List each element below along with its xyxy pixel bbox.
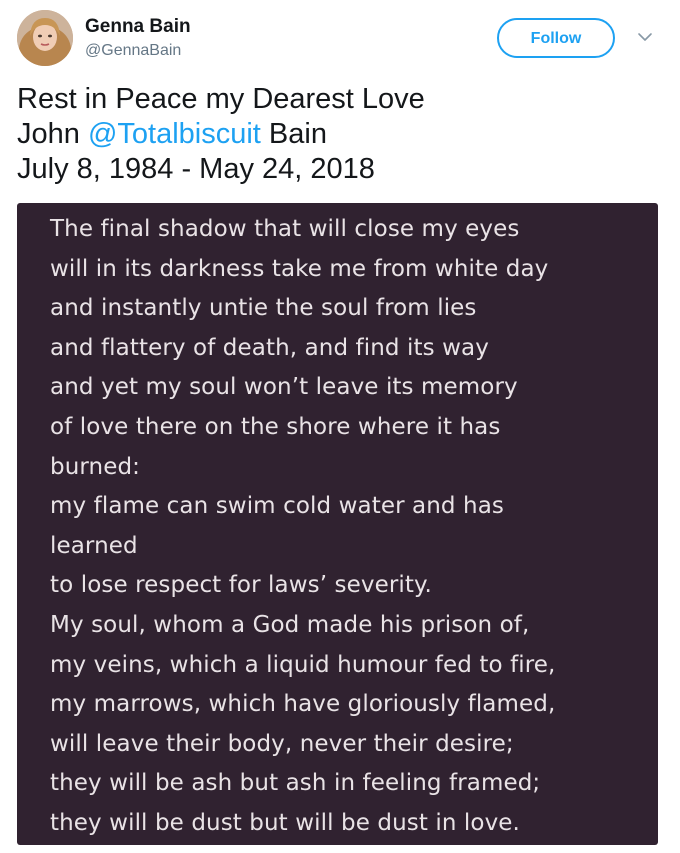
tweet-text: Rest in Peace my Dearest Love John @Tota…: [17, 82, 657, 187]
poem-line: and yet my soul won’t leave its memory: [50, 374, 518, 401]
poem-line: they will be dust but will be dust in lo…: [50, 809, 520, 836]
poem-line: my veins, which a liquid humour fed to f…: [50, 651, 556, 678]
poem-line: burned:: [50, 453, 141, 480]
poem-line: to lose respect for laws’ severity.: [50, 572, 432, 599]
tweet-line-1: Rest in Peace my Dearest Love: [17, 83, 425, 115]
display-name[interactable]: Genna Bain: [85, 16, 191, 38]
poem-line: will leave their body, never their desir…: [50, 730, 514, 757]
poem-line: The final shadow that will close my eyes: [50, 216, 520, 242]
poem-line: my flame can swim cold water and has: [50, 493, 504, 520]
tweet-line-3: July 8, 1984 - May 24, 2018: [17, 153, 375, 185]
poem-image[interactable]: The final shadow that will close my eyes…: [17, 203, 658, 845]
poem-line: learned: [50, 532, 138, 559]
avatar[interactable]: [17, 10, 73, 66]
poem-line: of love there on the shore where it has: [50, 413, 501, 440]
poem-line: will in its darkness take me from white …: [50, 255, 549, 282]
poem-line: My soul, whom a God made his prison of,: [50, 611, 530, 638]
chevron-down-icon[interactable]: [636, 28, 654, 46]
user-handle[interactable]: @GennaBain: [85, 40, 191, 62]
poem-line: my marrows, which have gloriously flamed…: [50, 691, 556, 718]
poem-line: they will be ash but ash in feeling fram…: [50, 770, 541, 797]
tweet-line-2: John @Totalbiscuit Bain: [17, 117, 657, 152]
tweet: Genna Bain @GennaBain Follow Rest in Pea…: [0, 0, 680, 853]
profile-photo-icon: [17, 10, 73, 66]
mention-link[interactable]: @Totalbiscuit: [88, 118, 261, 150]
tweet-line-2-prefix: John: [17, 118, 88, 150]
user-names: Genna Bain @GennaBain: [85, 16, 191, 62]
poem-line: and instantly untie the soul from lies: [50, 295, 477, 322]
tweet-line-2-suffix: Bain: [260, 118, 327, 150]
follow-button[interactable]: Follow: [497, 18, 615, 58]
poem-line: and flattery of death, and find its way: [50, 334, 489, 361]
